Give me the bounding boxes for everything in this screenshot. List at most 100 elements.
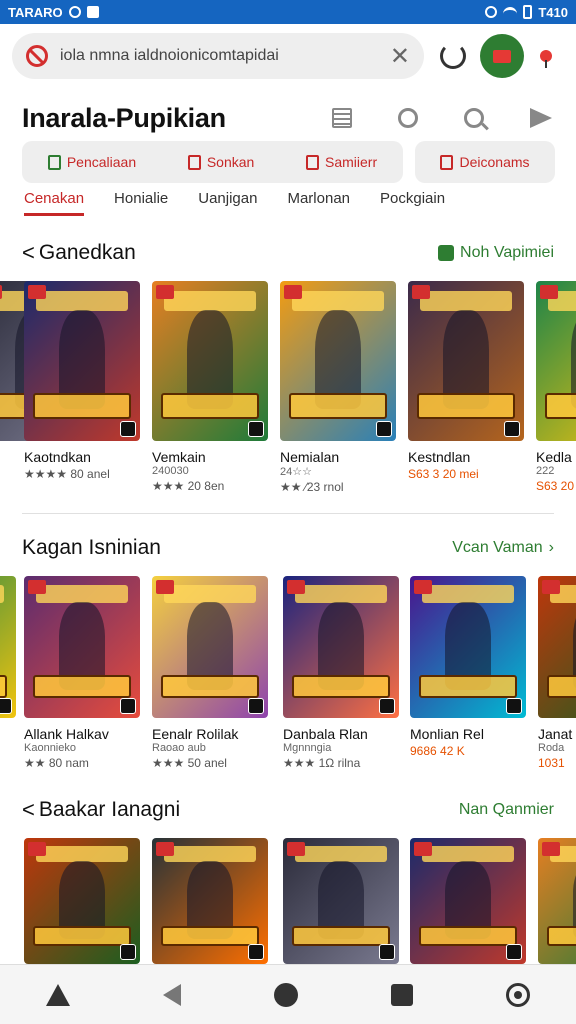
category-tabs: Cenakan Honialie Uanjigan Marlonan Pockg…: [24, 190, 445, 216]
game-cover-image: [24, 576, 140, 718]
tag-icon: [187, 154, 201, 170]
clear-icon[interactable]: ✕: [390, 42, 410, 71]
bottom-nav: [0, 964, 576, 1024]
grid-icon: [438, 245, 455, 261]
no-entry-icon: [26, 45, 48, 67]
game-subtitle: 240030: [152, 465, 189, 477]
game-card[interactable]: [24, 838, 140, 964]
tab-uanjigan[interactable]: Uanjigan: [198, 190, 257, 216]
user-icon[interactable]: [398, 108, 418, 128]
back-icon[interactable]: [163, 983, 182, 1006]
back-chevron-icon[interactable]: <: [22, 797, 35, 823]
notification-icon: [86, 6, 99, 18]
game-subtitle: Mgnnngia: [283, 742, 332, 754]
game-rating: S63 20: [536, 479, 575, 493]
game-rating: ★★★ 20 8en: [152, 479, 225, 493]
game-card[interactable]: [0, 576, 16, 718]
send-icon[interactable]: [530, 108, 552, 128]
pin-icon[interactable]: [540, 50, 552, 68]
chip-samiierr[interactable]: Samiierr: [306, 154, 377, 170]
game-card[interactable]: [410, 838, 526, 964]
game-card[interactable]: Eenalr Rolilak Raoao aub ★★★ 50 anel: [152, 576, 268, 770]
compass-icon[interactable]: [273, 982, 298, 1007]
search-bar[interactable]: iola nmna ialdnoionicomtapidai ✕: [12, 33, 424, 79]
game-card[interactable]: Kaotndkan ★★★★ 80 anel: [24, 281, 140, 481]
tab-pockgiain[interactable]: Pockgiain: [380, 190, 445, 216]
game-cover-image: [24, 838, 140, 964]
game-subtitle: 222: [536, 465, 555, 477]
game-rating: ★★ 80 nam: [24, 756, 89, 770]
game-rating: 9686 42 K: [410, 744, 465, 758]
game-card[interactable]: [283, 838, 399, 964]
divider: [22, 513, 554, 514]
game-rating: ★★★ 50 anel: [152, 756, 227, 770]
game-cover-image: [538, 838, 576, 964]
game-card[interactable]: Kedla 222 S63 20: [536, 281, 576, 493]
section-title: Ganedkan: [38, 241, 136, 264]
game-card[interactable]: [538, 838, 576, 964]
game-cover-image: [536, 281, 576, 441]
game-carousel: Allank Halkav Kaonnieko ★★ 80 nam Eenalr Ro…: [0, 576, 576, 772]
game-subtitle: Raoao aub: [152, 742, 206, 754]
chevron-right-icon: ›: [548, 539, 554, 556]
game-card[interactable]: Nemialan 24☆☆ ★★ ⁄23 rnol: [280, 281, 396, 494]
carrier-text: TARARO: [8, 4, 63, 20]
location-icon: [485, 6, 498, 18]
section-header: < Ganedkan Noh Vapimiei: [22, 238, 554, 268]
ring-icon[interactable]: [505, 982, 530, 1007]
game-card[interactable]: Janat Roda 1031: [538, 576, 576, 770]
game-card[interactable]: [152, 838, 268, 964]
tab-cenakan[interactable]: Cenakan: [24, 190, 85, 216]
filter-chips: Pencaliaan Sonkan Samiierr Deiconams: [22, 141, 556, 183]
game-cover-image: [0, 576, 16, 718]
game-cover-image: [283, 838, 399, 964]
section-header: Kagan Isninian Vcan Vaman ›: [22, 533, 554, 563]
search-icon[interactable]: [464, 108, 484, 128]
chip-sonkan[interactable]: Sonkan: [187, 154, 254, 170]
game-title: Danbala Rlan: [283, 726, 368, 742]
grid-icon: [440, 154, 454, 170]
game-cover-image: [538, 576, 576, 718]
game-title: Kedla: [536, 449, 572, 465]
game-title: Monlian Rel: [410, 726, 484, 742]
game-card[interactable]: Danbala Rlan Mgnnngia ★★★ 1Ω rilna: [283, 576, 399, 770]
game-cover-image: [152, 838, 268, 964]
see-more-link[interactable]: Vcan Vaman ›: [452, 539, 554, 557]
section-header: < Baakar Ianagni Nan Qanmier: [22, 795, 554, 825]
square-icon[interactable]: [390, 983, 413, 1006]
mail-icon: [493, 49, 511, 63]
section-title: Baakar Ianagni: [38, 798, 181, 821]
back-chevron-icon[interactable]: <: [22, 240, 35, 266]
game-title: Eenalr Rolilak: [152, 726, 239, 742]
search-row: iola nmna ialdnoionicomtapidai ✕: [12, 32, 568, 80]
page-title: Inarala-Pupikian: [22, 102, 226, 133]
home-icon[interactable]: [46, 983, 71, 1006]
mail-button[interactable]: [480, 34, 524, 78]
tab-honialie[interactable]: Honialie: [114, 190, 168, 216]
game-title: Kaotndkan: [24, 449, 91, 465]
search-input[interactable]: iola nmna ialdnoionicomtapidai: [60, 47, 384, 65]
game-card[interactable]: Kestndlan S63 3 20 mei: [408, 281, 524, 481]
chip-group: Pencaliaan Sonkan Samiierr: [22, 141, 403, 183]
section-title: Kagan Isninian: [22, 536, 161, 559]
game-carousel: [0, 838, 576, 964]
battery-icon: [523, 5, 533, 19]
list-icon[interactable]: [332, 108, 352, 128]
game-cover-image: [408, 281, 524, 441]
game-title: Nemialan: [280, 449, 340, 465]
game-card[interactable]: Allank Halkav Kaonnieko ★★ 80 nam: [24, 576, 140, 770]
game-cover-image: [410, 838, 526, 964]
game-title: Kestndlan: [408, 449, 471, 465]
game-card[interactable]: Vemkain 240030 ★★★ 20 8en: [152, 281, 268, 493]
chip-deiconams[interactable]: Deiconams: [415, 141, 555, 183]
tab-marlonan[interactable]: Marlonan: [287, 190, 350, 216]
game-rating: S63 3 20 mei: [408, 467, 479, 481]
game-card[interactable]: Monlian Rel 9686 42 K: [410, 576, 526, 758]
game-rating: ★★ ⁄23 rnol: [280, 480, 344, 494]
see-more-link[interactable]: Nan Qanmier: [459, 801, 554, 819]
refresh-icon[interactable]: [440, 43, 466, 69]
chip-pencaliaan[interactable]: Pencaliaan: [47, 154, 136, 170]
game-rating: 1031: [538, 756, 565, 770]
title-row: Inarala-Pupikian: [22, 98, 562, 138]
see-more-link[interactable]: Noh Vapimiei: [438, 244, 554, 262]
